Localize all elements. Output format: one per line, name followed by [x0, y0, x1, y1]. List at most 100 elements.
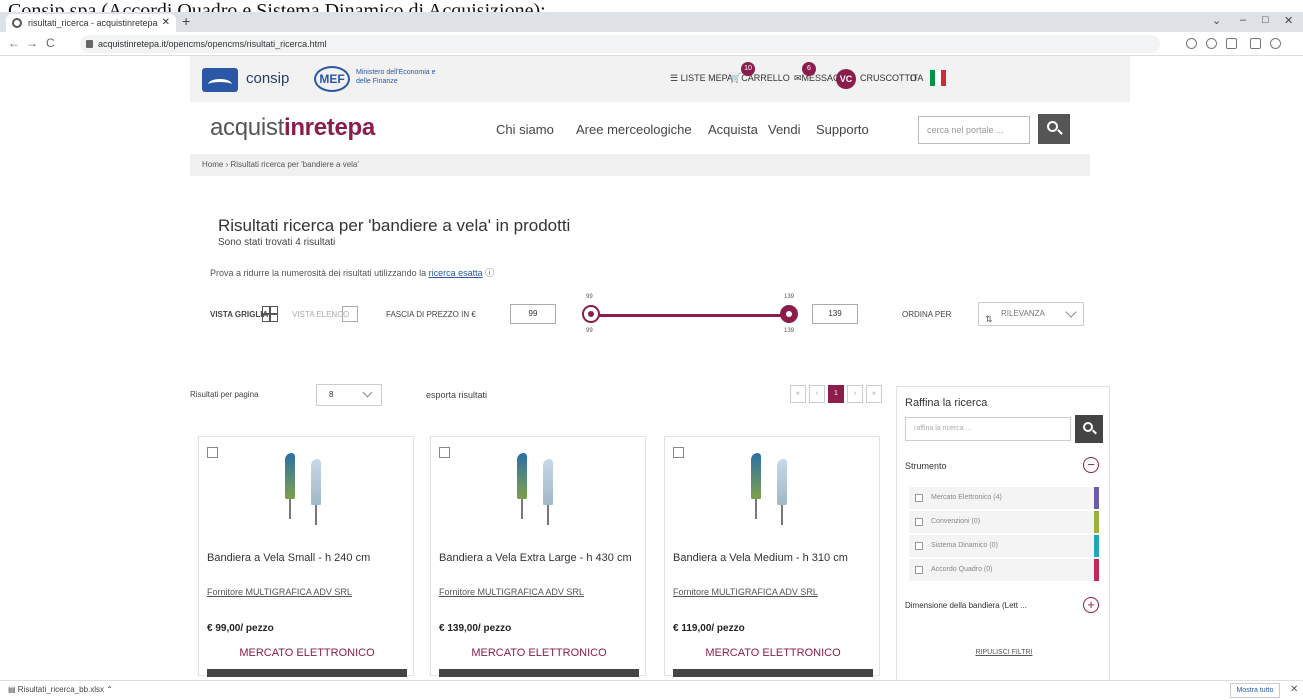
product-supplier-link[interactable]: Fornitore MULTIGRAFICA ADV SRL: [673, 587, 818, 597]
dimensione-heading[interactable]: Dimensione della bandiera (Lett ...: [905, 601, 1027, 610]
export-results-link[interactable]: esporta risultati: [426, 390, 487, 400]
product-image[interactable]: [543, 459, 553, 525]
nav-vendi[interactable]: Vendi: [768, 122, 801, 137]
hint-text: Prova a ridurre la numerosità dei risult…: [210, 268, 429, 278]
close-tab-icon[interactable]: ✕: [162, 14, 170, 32]
nav-chi-siamo[interactable]: Chi siamo: [496, 122, 554, 137]
product-title[interactable]: Bandiera a Vela Small - h 240 cm: [207, 551, 407, 565]
portal-search-input[interactable]: cerca nel portale ...: [918, 116, 1030, 144]
sort-select[interactable]: ⇅ RILEVANZA: [978, 302, 1084, 326]
price-max-input[interactable]: 139: [812, 304, 858, 324]
refine-search-input[interactable]: raffina la ricerca ...: [905, 417, 1071, 441]
minimize-tabs-icon[interactable]: ⌄: [1212, 14, 1221, 27]
per-page-select[interactable]: 8: [316, 384, 382, 406]
filter-sistema-dinamico[interactable]: Sistema Dinamico (0): [909, 535, 1099, 557]
info-icon[interactable]: ⓘ: [485, 268, 494, 278]
language-selector[interactable]: ITA: [910, 73, 923, 83]
product-image[interactable]: [751, 453, 761, 519]
exact-search-link[interactable]: ricerca esatta: [429, 268, 483, 278]
product-card[interactable]: Bandiera a Vela Small - h 240 cm Fornito…: [198, 436, 414, 677]
product-card[interactable]: Bandiera a Vela Medium - h 310 cm Fornit…: [664, 436, 880, 677]
pager-last[interactable]: »: [866, 385, 882, 403]
download-filename: Risultati_ricerca_bb.xlsx: [17, 685, 105, 694]
carrello-count-badge: 10: [741, 62, 755, 76]
close-download-bar-icon[interactable]: ✕: [1290, 684, 1298, 695]
search-icon: [1047, 121, 1058, 132]
product-supplier-link[interactable]: Fornitore MULTIGRAFICA ADV SRL: [439, 587, 584, 597]
pager-first[interactable]: «: [790, 385, 806, 403]
edit-icon[interactable]: [439, 447, 450, 458]
results-hint: Prova a ridurre la numerosità dei risult…: [210, 266, 494, 279]
minimize-window-button[interactable]: –: [1240, 14, 1246, 26]
user-avatar[interactable]: VC: [836, 69, 856, 89]
checkbox[interactable]: [915, 518, 923, 526]
url-field[interactable]: acquistinretepa.it/opencms/opencms/risul…: [80, 35, 1160, 53]
strumento-heading[interactable]: Strumento: [905, 461, 947, 471]
checkbox[interactable]: [915, 542, 923, 550]
checkbox[interactable]: [915, 494, 923, 502]
reload-icon[interactable]: C: [46, 36, 55, 50]
refine-search-button[interactable]: [1075, 415, 1103, 443]
checkbox[interactable]: [915, 566, 923, 574]
grid-view-icon[interactable]: [262, 306, 278, 322]
close-window-button[interactable]: ✕: [1284, 14, 1293, 27]
per-page-label: Risultati per pagina: [190, 390, 259, 399]
product-action-bar[interactable]: [673, 669, 873, 677]
carrello-link[interactable]: 🛒CARRELLO: [730, 73, 790, 84]
filter-label: Mercato Elettronico (4): [931, 494, 1002, 501]
product-image[interactable]: [311, 459, 321, 525]
product-image[interactable]: [517, 453, 527, 519]
consip-logo-text[interactable]: consip: [246, 70, 289, 87]
maximize-window-button[interactable]: □: [1262, 14, 1269, 26]
product-card[interactable]: Bandiera a Vela Extra Large - h 430 cm F…: [430, 436, 646, 677]
site-container: consip MEF Ministero dell'Economia e del…: [190, 56, 1130, 686]
filter-mercato-elettronico[interactable]: Mercato Elettronico (4): [909, 487, 1099, 509]
back-arrow-icon[interactable]: ←: [8, 36, 20, 50]
product-image[interactable]: [777, 459, 787, 525]
product-title[interactable]: Bandiera a Vela Medium - h 310 cm: [673, 551, 873, 565]
extensions-icon[interactable]: [1226, 38, 1237, 49]
nav-acquista[interactable]: Acquista: [708, 122, 758, 137]
product-action-bar[interactable]: [439, 669, 639, 677]
edit-icon[interactable]: [673, 447, 684, 458]
price-max-handle[interactable]: [780, 305, 798, 323]
product-action-bar[interactable]: [207, 669, 407, 677]
tab-title: risultati_ricerca - acquistinretepa: [28, 18, 158, 28]
download-item[interactable]: ▤ Risultati_ricerca_bb.xlsx ⌃: [8, 685, 113, 694]
consip-logo-icon[interactable]: [202, 68, 238, 92]
bookmark-star-icon[interactable]: [1206, 38, 1217, 49]
browser-tab[interactable]: risultati_ricerca - acquistinretepa ✕: [6, 14, 176, 32]
pager-next[interactable]: ›: [847, 385, 863, 403]
collapse-minus-icon[interactable]: −: [1083, 457, 1099, 473]
edit-icon[interactable]: [207, 447, 218, 458]
grid-view-label[interactable]: VISTA GRIGLIA: [210, 310, 268, 319]
filter-accordo-quadro[interactable]: Accordo Quadro (0): [909, 559, 1099, 581]
pager-page-1[interactable]: 1: [828, 385, 844, 403]
mef-logo-icon[interactable]: MEF: [314, 66, 350, 92]
product-title[interactable]: Bandiera a Vela Extra Large - h 430 cm: [439, 551, 639, 565]
cruscotto-link[interactable]: CRUSCOTTO: [860, 73, 917, 83]
price-min-input[interactable]: 99: [510, 304, 556, 324]
forward-arrow-icon[interactable]: →: [26, 36, 38, 50]
reset-filters-link[interactable]: RIPULISCI FILTRI: [897, 649, 1111, 656]
sidebar-icon[interactable]: [1250, 38, 1261, 49]
pager-prev[interactable]: ‹: [809, 385, 825, 403]
expand-plus-icon[interactable]: +: [1083, 597, 1099, 613]
price-slider-track[interactable]: [590, 314, 794, 317]
share-icon[interactable]: [1186, 38, 1197, 49]
filter-convenzioni[interactable]: Convenzioni (0): [909, 511, 1099, 533]
price-min-handle[interactable]: [582, 305, 600, 323]
product-image[interactable]: [285, 453, 295, 519]
nav-aree-merceologiche[interactable]: Aree merceologiche: [576, 122, 692, 137]
portal-search-button[interactable]: [1038, 114, 1070, 144]
new-tab-button[interactable]: +: [182, 13, 190, 29]
breadcrumb[interactable]: Home › Risultati ricerca per 'bandiere a…: [190, 154, 1090, 176]
list-view-icon[interactable]: [342, 306, 358, 322]
show-all-downloads-button[interactable]: Mostra tutto: [1230, 683, 1280, 698]
nav-supporto[interactable]: Supporto: [816, 122, 869, 137]
product-supplier-link[interactable]: Fornitore MULTIGRAFICA ADV SRL: [207, 587, 352, 597]
list-view-label[interactable]: VISTA ELENCO: [292, 310, 349, 319]
acquistinretepa-logo[interactable]: acquistinretepa: [210, 114, 375, 142]
profile-icon[interactable]: [1270, 38, 1281, 49]
liste-mepa-link[interactable]: ☰ LISTE MEPA: [670, 73, 733, 84]
